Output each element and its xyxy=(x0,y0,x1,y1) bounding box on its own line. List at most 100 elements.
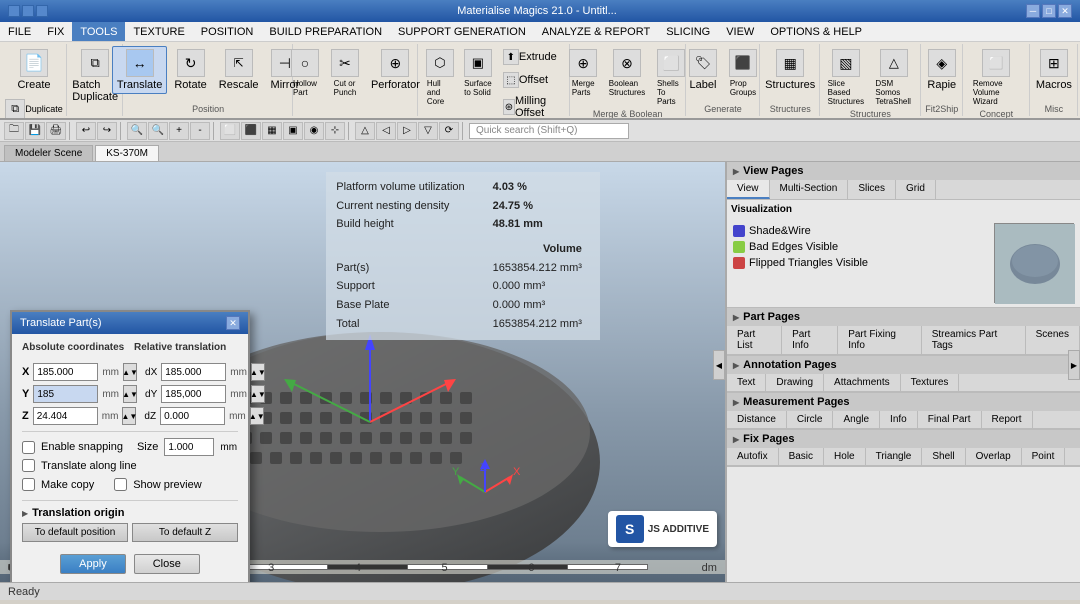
tb2-btn-18[interactable]: ▷ xyxy=(397,122,417,140)
tb2-btn-2[interactable]: 💾 xyxy=(25,122,45,140)
quick-search[interactable]: Quick search (Shift+Q) xyxy=(469,123,629,139)
toolbar-surface-solid[interactable]: ▣ Surfaceto Solid xyxy=(460,46,496,120)
translate-line-checkbox[interactable] xyxy=(22,459,35,472)
toolbar-boolean[interactable]: ⊗ BooleanStructures xyxy=(604,46,650,109)
menu-texture[interactable]: TEXTURE xyxy=(125,22,192,41)
coord-dz-spin[interactable]: ▲▼ xyxy=(250,407,264,425)
toolbar-cut[interactable]: ✂ Cut orPunch xyxy=(326,46,364,100)
tab-hole[interactable]: Hole xyxy=(824,448,866,465)
tab-overlap[interactable]: Overlap xyxy=(966,448,1022,465)
tab-info[interactable]: Info xyxy=(880,411,918,428)
toolbar-rescale[interactable]: ⇱ Rescale xyxy=(214,46,264,94)
toolbar-remove-volume[interactable]: ⬜ Remove VolumeWizard xyxy=(968,46,1025,109)
tb2-btn-6[interactable]: 🔍 xyxy=(127,122,147,140)
coord-dx-spin[interactable]: ▲▼ xyxy=(251,363,265,381)
tab-point[interactable]: Point xyxy=(1022,448,1066,465)
toolbar-duplicate[interactable]: ⧉ Duplicate xyxy=(0,96,68,120)
tab-part-fixing[interactable]: Part Fixing Info xyxy=(838,326,921,354)
enable-snapping-checkbox[interactable] xyxy=(22,441,35,454)
tab-textures[interactable]: Textures xyxy=(901,374,960,391)
toolbar-perforator[interactable]: ⊕ Perforator xyxy=(366,46,425,100)
apply-button[interactable]: Apply xyxy=(60,554,126,574)
tab-autofix[interactable]: Autofix xyxy=(727,448,779,465)
tb2-btn-19[interactable]: ▽ xyxy=(418,122,438,140)
part-pages-header[interactable]: ▶ Part Pages xyxy=(727,308,1080,326)
tb2-btn-16[interactable]: △ xyxy=(355,122,375,140)
tab-report[interactable]: Report xyxy=(982,411,1033,428)
tab-part-info[interactable]: Part Info xyxy=(782,326,838,354)
tb2-btn-10[interactable]: ⬜ xyxy=(220,122,240,140)
toolbar-label[interactable]: 🏷 Label xyxy=(684,46,722,100)
panel-collapse-right[interactable]: ▶ xyxy=(1068,350,1080,380)
tb2-btn-15[interactable]: ⊹ xyxy=(325,122,345,140)
coord-y-input[interactable] xyxy=(33,385,98,403)
menu-position[interactable]: POSITION xyxy=(193,22,262,41)
toolbar-extrude[interactable]: ⬆ Extrude xyxy=(498,46,566,68)
tab-multi-section[interactable]: Multi-Section xyxy=(770,180,849,199)
coord-z-spin[interactable]: ▲▼ xyxy=(122,407,136,425)
toolbar-rapie[interactable]: ◈ Rapie xyxy=(922,46,961,94)
tab-part-list[interactable]: Part List xyxy=(727,326,782,354)
fix-pages-header[interactable]: ▶ Fix Pages xyxy=(727,430,1080,448)
coord-dx-input[interactable] xyxy=(161,363,226,381)
tab-distance[interactable]: Distance xyxy=(727,411,787,428)
coord-x-input[interactable] xyxy=(33,363,98,381)
view-pages-header[interactable]: ▶ View Pages xyxy=(727,162,1080,180)
menu-view[interactable]: VIEW xyxy=(718,22,762,41)
coord-dz-input[interactable] xyxy=(160,407,225,425)
coord-y-spin[interactable]: ▲▼ xyxy=(123,385,137,403)
measurement-pages-header[interactable]: ▶ Measurement Pages xyxy=(727,393,1080,411)
tab-shell[interactable]: Shell xyxy=(922,448,965,465)
tb2-btn-20[interactable]: ⟳ xyxy=(439,122,459,140)
toolbar-hull[interactable]: ⬡ Hull andCore xyxy=(422,46,458,120)
tb2-btn-5[interactable]: ↪ xyxy=(97,122,117,140)
tb2-btn-9[interactable]: - xyxy=(190,122,210,140)
tab-modeler-scene[interactable]: Modeler Scene xyxy=(4,145,93,161)
tb2-btn-8[interactable]: + xyxy=(169,122,189,140)
toolbar-hollow[interactable]: ○ HollowPart xyxy=(286,46,324,100)
menu-tools[interactable]: TOOLS xyxy=(72,22,125,41)
tb2-btn-17[interactable]: ◁ xyxy=(376,122,396,140)
tab-basic[interactable]: Basic xyxy=(779,448,824,465)
tb2-btn-4[interactable]: ↩ xyxy=(76,122,96,140)
toolbar-merge[interactable]: ⊕ MergeParts xyxy=(564,46,602,109)
close-button[interactable]: ✕ xyxy=(1058,4,1072,18)
dialog-close-button[interactable]: ✕ xyxy=(226,316,240,330)
toolbar-translate[interactable]: ↔ Translate xyxy=(112,46,167,94)
maximize-button[interactable]: □ xyxy=(1042,4,1056,18)
toolbar-rotate[interactable]: ↻ Rotate xyxy=(169,46,211,94)
make-copy-checkbox[interactable] xyxy=(22,478,35,491)
menu-slicing[interactable]: SLICING xyxy=(658,22,718,41)
btn-default-z[interactable]: To default Z xyxy=(132,523,238,542)
menu-fix[interactable]: FIX xyxy=(39,22,72,41)
size-input[interactable] xyxy=(164,438,214,456)
menu-build-prep[interactable]: BUILD PREPARATION xyxy=(261,22,390,41)
coord-dy-spin[interactable]: ▲▼ xyxy=(251,385,265,403)
toolbar-macros[interactable]: ⊞ Macros xyxy=(1031,46,1077,94)
tb2-btn-3[interactable]: 🖨 xyxy=(46,122,66,140)
toolbar-structures[interactable]: ▦ Structures xyxy=(760,46,820,94)
btn-default-position[interactable]: To default position xyxy=(22,523,128,542)
coord-x-spin[interactable]: ▲▼ xyxy=(123,363,137,381)
tb2-btn-12[interactable]: ▦ xyxy=(262,122,282,140)
menu-support[interactable]: SUPPORT GENERATION xyxy=(390,22,534,41)
tab-grid[interactable]: Grid xyxy=(896,180,936,199)
toolbar-offset[interactable]: ⬚ Offset xyxy=(498,69,566,91)
tab-drawing[interactable]: Drawing xyxy=(766,374,824,391)
tab-text[interactable]: Text xyxy=(727,374,766,391)
menu-analyze[interactable]: ANALYZE & REPORT xyxy=(534,22,658,41)
toolbar-dsm[interactable]: △ DSM SomosTetraShell xyxy=(870,46,917,109)
tb2-btn-11[interactable]: ⬛ xyxy=(241,122,261,140)
tab-view[interactable]: View xyxy=(727,180,770,199)
toolbar-create[interactable]: 📄 Create xyxy=(12,46,55,94)
tb2-btn-13[interactable]: ▣ xyxy=(283,122,303,140)
tab-streamics[interactable]: Streamics Part Tags xyxy=(922,326,1026,354)
tab-triangle[interactable]: Triangle xyxy=(866,448,923,465)
tab-final-part[interactable]: Final Part xyxy=(918,411,982,428)
tab-circle[interactable]: Circle xyxy=(787,411,834,428)
tb2-btn-1[interactable]: 🗀 xyxy=(4,122,24,140)
tab-angle[interactable]: Angle xyxy=(833,411,880,428)
tab-slices[interactable]: Slices xyxy=(848,180,896,199)
coord-dy-input[interactable] xyxy=(161,385,226,403)
menu-file[interactable]: FILE xyxy=(0,22,39,41)
